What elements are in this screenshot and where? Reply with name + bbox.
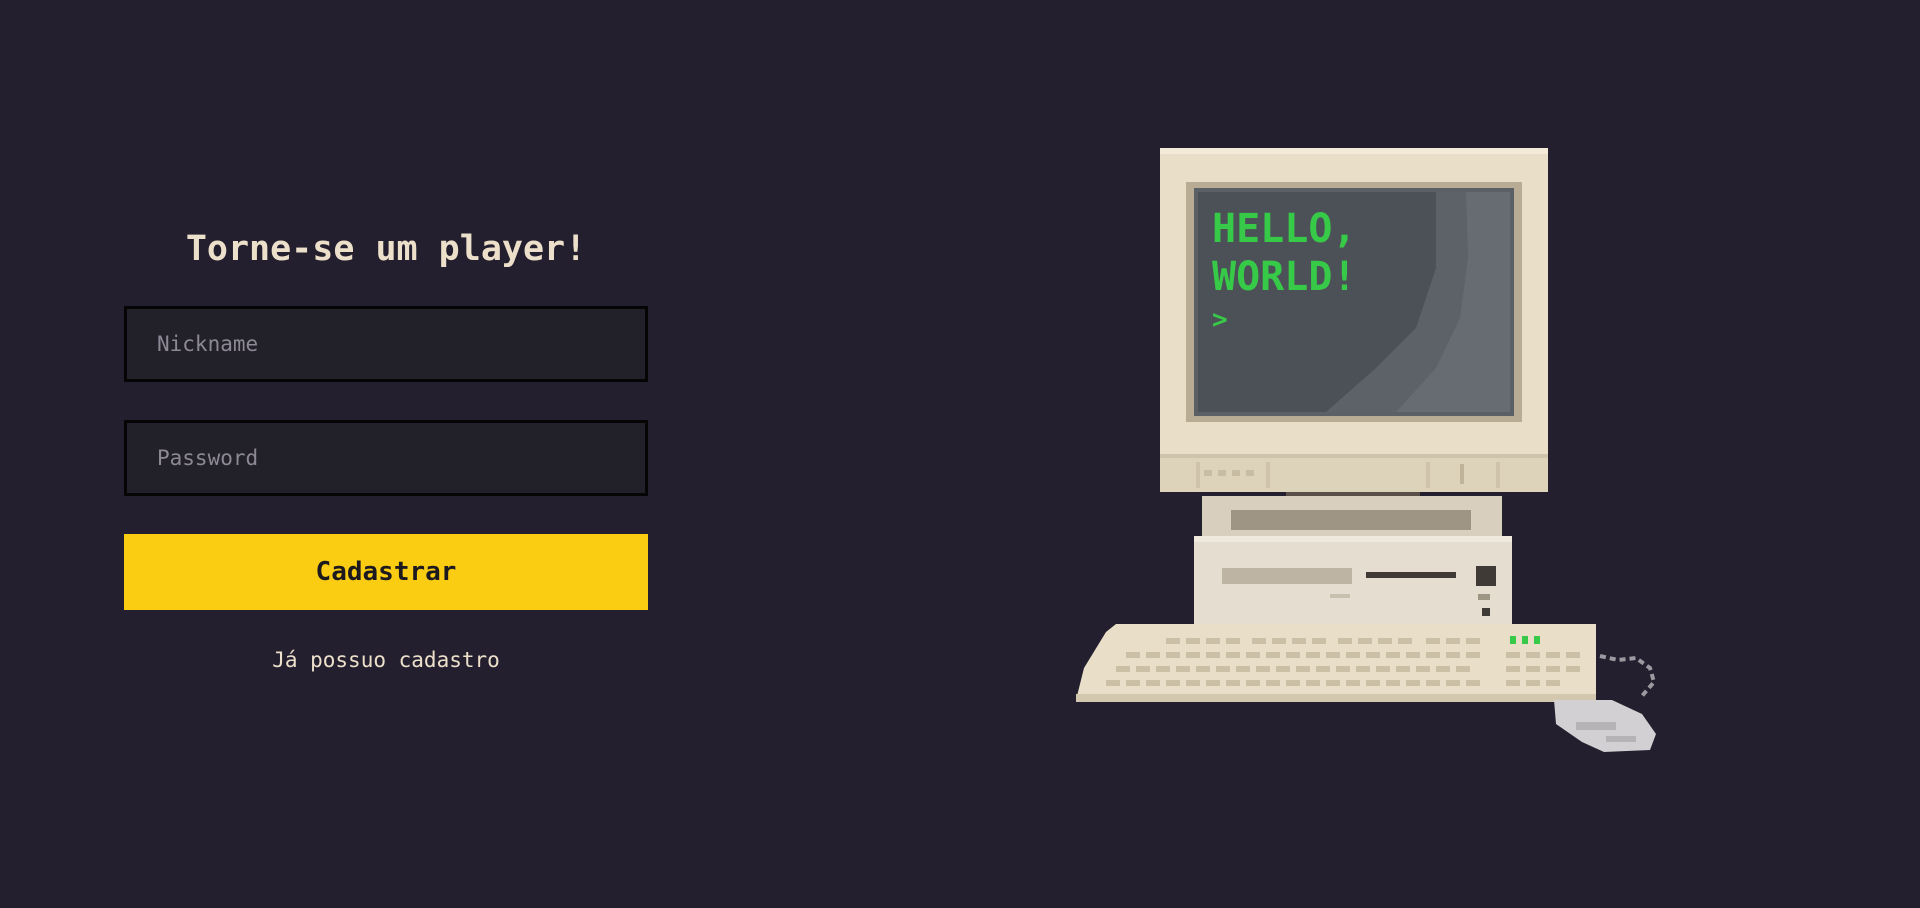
screen-line-2: WORLD! [1212,254,1357,300]
computer-base [1194,496,1512,636]
register-button[interactable]: Cadastrar [124,534,648,610]
screen-prompt: > [1212,305,1228,335]
form-title: Torne-se um player! [185,229,587,269]
nickname-input[interactable] [124,306,648,382]
screen-line-1: HELLO, [1212,206,1357,252]
password-input[interactable] [124,420,648,496]
retro-computer-illustration: HELLO, WORLD! > [1076,148,1657,752]
signup-page: Torne-se um player! Cadastrar Já possuo … [0,0,1920,908]
keyboard [1076,624,1596,702]
already-registered-link[interactable]: Já possuo cadastro [272,648,500,672]
signup-form: Torne-se um player! Cadastrar Já possuo … [124,226,648,672]
